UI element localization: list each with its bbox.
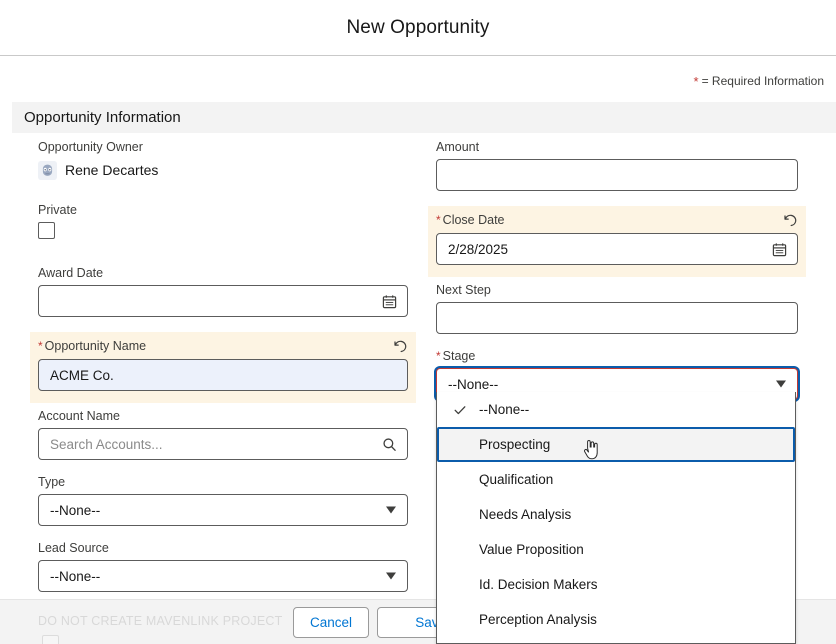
mavenlink-project-label: DO NOT CREATE MAVENLINK PROJECT [38,614,283,628]
award-date-label: Award Date [38,266,104,280]
stage-option-perception-analysis[interactable]: Perception Analysis [437,602,795,637]
stage-value: --None-- [448,376,499,392]
lead-source-label: Lead Source [38,541,109,555]
undo-icon[interactable] [392,338,407,353]
new-opportunity-modal: New Opportunity * = Required Information… [0,0,836,644]
next-step-input[interactable] [436,302,798,334]
check-icon [453,403,467,417]
undo-icon[interactable] [782,212,797,227]
close-date-label-text: Close Date [442,213,505,227]
stage-option-id-decision-makers[interactable]: Id. Decision Makers [437,567,795,602]
mavenlink-project-checkbox[interactable] [42,635,59,644]
section-header-opportunity-information: Opportunity Information [12,102,836,133]
stage-option-value-proposition[interactable]: Value Proposition [437,532,795,567]
opportunity-name-label: * Opportunity Name [38,339,408,354]
field-amount: Amount [436,140,798,191]
stage-label-text: Stage [442,349,476,363]
lead-source-combobox[interactable]: --None-- [38,560,408,592]
stage-option-label: Id. Decision Makers [479,577,598,592]
chevron-down-icon [386,572,396,580]
stage-label: * Stage [436,349,798,364]
stage-dropdown-listbox[interactable]: --None-- Prospecting Qualification Needs… [436,392,796,644]
required-asterisk-icon: * [693,74,699,89]
account-name-input[interactable]: Search Accounts... [38,428,408,460]
stage-option-none[interactable]: --None-- [437,392,795,427]
field-opportunity-name: * Opportunity Name ACME Co. [30,332,416,403]
lead-source-value: --None-- [50,568,101,584]
field-lead-source: Lead Source --None-- [38,541,408,592]
field-opportunity-owner: Opportunity Owner Rene Decartes [38,140,408,181]
next-step-label: Next Step [436,283,491,297]
stage-option-label: Needs Analysis [479,507,572,522]
type-combobox[interactable]: --None-- [38,494,408,526]
search-icon[interactable] [381,436,397,452]
opportunity-name-label-text: Opportunity Name [44,339,147,353]
close-date-label: * Close Date [436,213,798,228]
stage-option-label: Prospecting [479,437,551,452]
stage-option-label: --None-- [479,402,530,417]
field-account-name: Account Name Search Accounts... [38,409,408,460]
stage-option-qualification[interactable]: Qualification [437,462,795,497]
required-information-legend: * = Required Information [694,74,824,88]
field-close-date: * Close Date 2/28/2025 [428,206,806,277]
stage-option-prospecting[interactable]: Prospecting [437,427,795,462]
amount-input[interactable] [436,159,798,191]
type-value: --None-- [50,502,101,518]
type-label: Type [38,475,66,489]
field-next-step: Next Step [436,283,798,334]
opportunity-name-value: ACME Co. [50,367,114,383]
user-avatar-icon [38,160,57,180]
section-header-label: Opportunity Information [24,109,181,126]
award-date-input[interactable] [38,285,408,317]
private-checkbox[interactable] [38,222,55,239]
opportunity-owner-name: Rene Decartes [65,162,159,178]
account-name-placeholder: Search Accounts... [50,436,163,452]
chevron-down-icon [776,380,786,388]
amount-label: Amount [436,140,480,154]
account-name-label: Account Name [38,409,120,423]
close-date-value: 2/28/2025 [448,241,509,257]
calendar-icon[interactable] [381,293,397,309]
opportunity-owner-label: Opportunity Owner [38,140,143,154]
field-type: Type --None-- [38,475,408,526]
stage-option-needs-analysis[interactable]: Needs Analysis [437,497,795,532]
opportunity-owner-value: Rene Decartes [38,159,408,181]
form-left-column: Opportunity Owner Rene Decartes Private … [30,140,416,607]
required-asterisk-icon: * [436,213,441,227]
required-legend-text: = Required Information [701,74,824,88]
close-date-input[interactable]: 2/28/2025 [436,233,798,265]
form-right-column: Amount * Close Date 2/28/2025 Next Step … [428,140,806,415]
stage-option-label: Qualification [479,472,554,487]
cancel-button[interactable]: Cancel [293,607,369,638]
stage-option-label: Value Proposition [479,542,584,557]
opportunity-name-input[interactable]: ACME Co. [38,359,408,391]
private-label: Private [38,203,77,217]
modal-header: New Opportunity [0,0,836,56]
required-asterisk-icon: * [436,349,441,363]
chevron-down-icon [386,506,396,514]
calendar-icon[interactable] [771,241,787,257]
field-award-date: Award Date [38,266,408,317]
page-title: New Opportunity [346,16,490,38]
stage-option-label: Perception Analysis [479,612,597,627]
required-asterisk-icon: * [38,339,43,353]
field-private: Private [38,203,408,239]
